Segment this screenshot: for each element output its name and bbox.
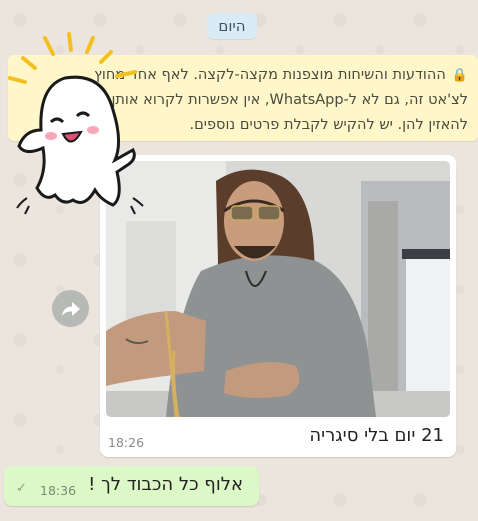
single-check-icon: ✓	[16, 481, 27, 496]
forward-arrow-icon	[61, 301, 80, 316]
photo-illustration	[106, 161, 450, 417]
message-photo[interactable]	[106, 161, 450, 417]
date-chip: היום	[207, 13, 257, 39]
image-caption: 21 יום בלי סיגריה	[309, 425, 444, 446]
outgoing-message-text: אלוף כל הכבוד לך !	[88, 474, 243, 495]
forward-button[interactable]	[52, 290, 89, 327]
date-chip-label: היום	[218, 17, 246, 35]
outgoing-message-time: 18:36	[40, 483, 77, 498]
lock-icon: 🔒	[451, 68, 468, 83]
image-message-time: 18:26	[108, 435, 145, 450]
ghost-sticker[interactable]	[5, 30, 155, 215]
outgoing-message-bubble[interactable]: אלוף כל הכבוד לך ! 18:36 ✓	[4, 466, 259, 506]
